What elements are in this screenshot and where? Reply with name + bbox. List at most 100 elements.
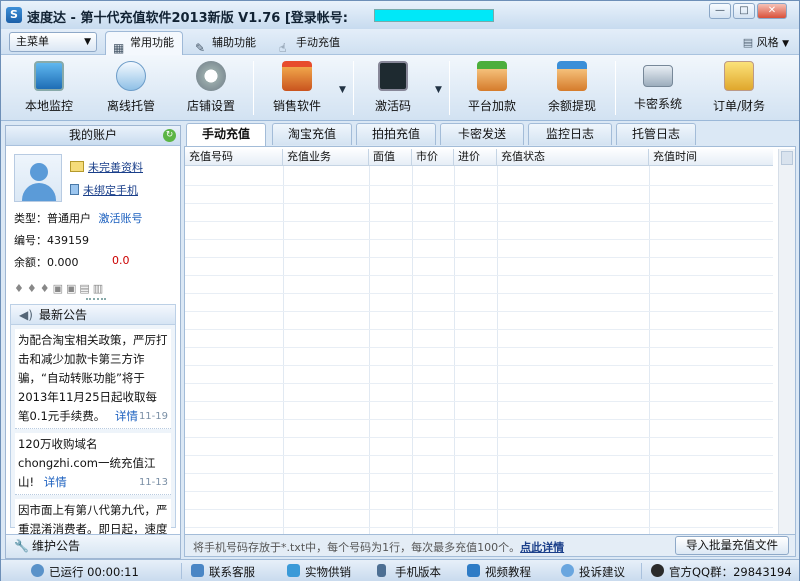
qq-group-info[interactable]: 官方QQ群：29843194: [651, 564, 792, 580]
refresh-icon[interactable]: ↻: [163, 129, 176, 142]
column-header[interactable]: 充值状态: [497, 149, 649, 166]
toolbar-separator: [449, 61, 450, 115]
close-button[interactable]: ✕: [757, 3, 787, 19]
column-header[interactable]: 市价: [412, 149, 454, 166]
activate-account-link[interactable]: 激活账号: [99, 212, 143, 225]
chevron-down-icon[interactable]: ▼: [435, 85, 442, 95]
gear-icon: [196, 61, 226, 91]
video-tutorial-link[interactable]: 视频教程: [467, 564, 531, 580]
tab-paipai-recharge[interactable]: 拍拍充值: [356, 123, 436, 145]
tab-label: 手动充值: [296, 36, 340, 49]
chat-icon: [561, 564, 574, 577]
skin-button[interactable]: ▤ 风格 ▼: [743, 34, 789, 50]
column-header[interactable]: 充值业务: [283, 149, 369, 166]
column-header[interactable]: 面值: [369, 149, 412, 166]
grid-row-line: [185, 329, 773, 330]
palette-icon: ▤: [742, 36, 757, 49]
store-settings-button[interactable]: 店铺设置: [181, 59, 241, 117]
column-header[interactable]: 充值时间: [649, 149, 773, 166]
grid-row-line: [185, 221, 773, 222]
import-batch-file-button[interactable]: 导入批量充值文件: [675, 536, 789, 555]
orders-finance-button[interactable]: 订单/财务: [707, 59, 771, 117]
toolbar-label: 平台加款: [467, 99, 516, 113]
activation-code-button[interactable]: 激活码: [365, 59, 421, 117]
mobile-version-link[interactable]: 手机版本: [377, 564, 441, 580]
grid-row-line: [185, 383, 773, 384]
chevron-down-icon: ▼: [84, 37, 91, 47]
main-menu-dropdown[interactable]: 主菜单 ▼: [9, 32, 97, 52]
announcement-text: 120万收购域名chongzhi.com一统充值江山!: [18, 437, 156, 489]
grid-row-line: [185, 437, 773, 438]
uptime-label: 已运行 00:00:11: [49, 565, 139, 579]
details-link[interactable]: 详情: [44, 475, 67, 489]
withdraw-balance-button[interactable]: 余额提现: [541, 59, 603, 117]
tab-manual-recharge[interactable]: ☝ 手动充值: [271, 31, 349, 55]
physical-goods-label: 实物供销: [305, 565, 351, 579]
credit-value: 0.0: [112, 254, 130, 267]
details-link[interactable]: 点此详情: [520, 541, 564, 554]
offline-hosting-button[interactable]: 离线托管: [101, 59, 161, 117]
cloud-icon: [116, 61, 146, 91]
money-box-up-icon: [557, 61, 587, 91]
video-icon: [467, 564, 480, 577]
wrench-icon: 🔧: [14, 539, 29, 553]
details-link[interactable]: 详情: [115, 409, 138, 423]
account-header: 我的账户 ↻: [6, 126, 180, 146]
vertical-scrollbar[interactable]: [778, 149, 795, 534]
status-separator: [181, 563, 182, 579]
complete-profile-link[interactable]: 未完善资料: [70, 159, 143, 175]
card-system-button[interactable]: 卡密系统: [627, 59, 689, 117]
grid-row-line: [185, 311, 773, 312]
announcements-panel: ◀) 最新公告 为配合淘宝相关政策，严厉打击和减少加款卡第三方诈骗，“自动转账功…: [10, 304, 176, 539]
scrollbar-thumb[interactable]: [781, 151, 793, 165]
maintenance-notice-button[interactable]: 🔧 维护公告: [6, 534, 180, 558]
menu-bar: 主菜单 ▼ ▦ 常用功能 ✎ 辅助功能 ☝ 手动充值 ▤ 风格 ▼: [1, 29, 799, 55]
avatar[interactable]: [14, 154, 62, 202]
mobile-icon: [377, 564, 386, 577]
grid-row-line: [185, 203, 773, 204]
chevron-down-icon[interactable]: ▼: [339, 85, 346, 95]
toolbar-label: 卡密系统: [633, 97, 682, 111]
maximize-button[interactable]: □: [733, 3, 755, 19]
toolbar-label: 本地监控: [24, 99, 73, 113]
tab-auxiliary-functions[interactable]: ✎ 辅助功能: [187, 31, 265, 55]
bind-phone-label: 未绑定手机: [83, 184, 138, 197]
qq-penguin-icon: [651, 564, 664, 577]
grid-row-line: [185, 509, 773, 510]
shop-icon: [282, 61, 312, 91]
grid-row-line: [185, 473, 773, 474]
physical-goods-link[interactable]: 实物供销: [287, 564, 351, 580]
phone-icon: [70, 184, 79, 195]
tab-taobao-recharge[interactable]: 淘宝充值: [272, 123, 352, 145]
recharge-table[interactable]: 充值号码 充值业务 面值 市价 进价 充值状态 充值时间: [184, 146, 796, 535]
tab-common-functions[interactable]: ▦ 常用功能: [105, 31, 183, 55]
account-id: 编号：439159: [14, 234, 89, 247]
mobile-version-label: 手机版本: [395, 565, 441, 579]
import-hint-text: 将手机号码存放于*.txt中，每个号码为1行，每次最多充值100个。: [193, 541, 521, 554]
feedback-link[interactable]: 投诉建议: [561, 564, 625, 580]
minimize-button[interactable]: —: [709, 3, 731, 19]
speaker-icon: ◀): [19, 308, 33, 322]
announcement-item: 120万收购域名chongzhi.com一统充值江山! 详情 11-13: [15, 433, 171, 495]
sell-software-button[interactable]: 销售软件: [265, 59, 329, 117]
tab-card-send[interactable]: 卡密发送: [440, 123, 524, 145]
platform-deposit-button[interactable]: 平台加款: [461, 59, 523, 117]
uptime-status: 已运行 00:00:11: [31, 564, 139, 580]
grid-row-line: [185, 275, 773, 276]
column-header[interactable]: 充值号码: [185, 149, 283, 166]
grid-row-line: [185, 455, 773, 456]
toolbar-label: 订单/财务: [712, 99, 766, 113]
local-monitor-button[interactable]: 本地监控: [19, 59, 79, 117]
account-header-label: 我的账户: [68, 128, 117, 142]
toolbar-label: 离线托管: [106, 99, 155, 113]
tab-hosting-log[interactable]: 托管日志: [616, 123, 696, 145]
app-logo-icon: S: [6, 7, 22, 23]
tab-monitor-log[interactable]: 监控日志: [528, 123, 612, 145]
bind-phone-link[interactable]: 未绑定手机: [70, 182, 138, 198]
grid-row-line: [185, 239, 773, 240]
tab-manual-recharge-log[interactable]: 手动充值: [186, 123, 266, 147]
contact-support-link[interactable]: 联系客服: [191, 564, 255, 580]
column-header[interactable]: 进价: [454, 149, 497, 166]
toolbar-label: 店铺设置: [186, 99, 235, 113]
splitter-handle[interactable]: [86, 298, 106, 300]
